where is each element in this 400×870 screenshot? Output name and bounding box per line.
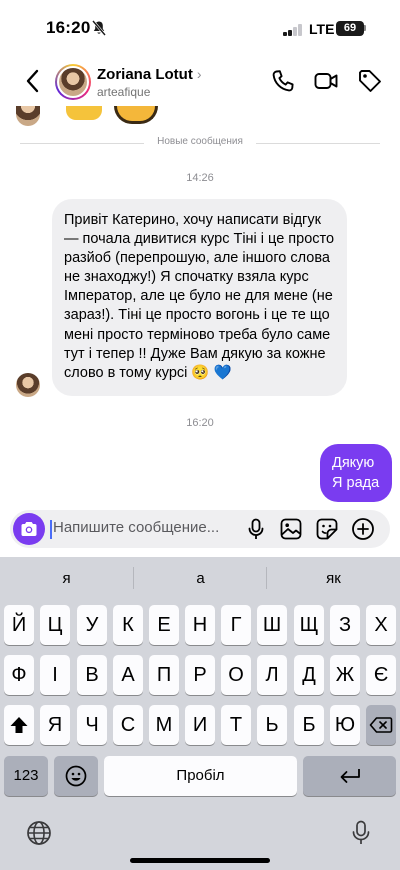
- contact-name[interactable]: Zoriana Lotut: [97, 66, 193, 83]
- plus-icon[interactable]: [350, 516, 376, 542]
- backspace-icon: [369, 717, 393, 733]
- return-key[interactable]: [303, 756, 396, 796]
- key[interactable]: М: [149, 705, 179, 745]
- globe-icon[interactable]: [25, 819, 53, 847]
- chevron-right-icon: ›: [196, 66, 202, 82]
- shift-key[interactable]: [4, 705, 34, 745]
- message-composer: Напишите сообщение...: [10, 510, 390, 548]
- backspace-key[interactable]: [366, 705, 396, 745]
- key[interactable]: Г: [221, 605, 251, 645]
- suggestion-3[interactable]: як: [267, 570, 400, 587]
- key[interactable]: Ж: [330, 655, 360, 695]
- message-input[interactable]: Напишите сообщение...: [53, 519, 219, 536]
- outgoing-message-line: Дякую: [332, 455, 375, 471]
- battery-tip: [364, 25, 366, 31]
- status-time: 16:20: [46, 18, 91, 37]
- key[interactable]: Ч: [77, 705, 107, 745]
- key[interactable]: Ш: [257, 605, 287, 645]
- key[interactable]: П: [149, 655, 179, 695]
- camera-icon[interactable]: [13, 513, 45, 545]
- key[interactable]: Т: [221, 705, 251, 745]
- keyboard: я а як Й Ц У К Е Н Г Ш Щ З Х Ф І В А П Р…: [0, 557, 400, 870]
- key[interactable]: И: [185, 705, 215, 745]
- numbers-key[interactable]: 123: [4, 756, 48, 796]
- tag-icon[interactable]: [357, 68, 383, 94]
- key[interactable]: Ф: [4, 655, 34, 695]
- status-bar: 16:20 LTE 69: [0, 0, 400, 56]
- outgoing-message-bubble[interactable]: Дякую Я рада: [320, 444, 392, 502]
- key[interactable]: Е: [149, 605, 179, 645]
- space-key[interactable]: Пробіл: [104, 756, 297, 796]
- shift-icon: [10, 717, 28, 733]
- key[interactable]: Н: [185, 605, 215, 645]
- key[interactable]: Ю: [330, 705, 360, 745]
- text-cursor: [50, 520, 52, 539]
- network-type: LTE: [309, 21, 335, 37]
- key[interactable]: Я: [40, 705, 70, 745]
- key[interactable]: Р: [185, 655, 215, 695]
- key[interactable]: В: [77, 655, 107, 695]
- timestamp: 14:26: [186, 172, 214, 184]
- microphone-icon[interactable]: [243, 516, 269, 542]
- sender-avatar[interactable]: [16, 373, 40, 397]
- dictation-icon[interactable]: [347, 819, 375, 847]
- key[interactable]: Ь: [257, 705, 287, 745]
- emoji-icon: [65, 765, 87, 787]
- key[interactable]: Л: [257, 655, 287, 695]
- back-icon[interactable]: [22, 68, 44, 94]
- key[interactable]: Д: [294, 655, 324, 695]
- gallery-icon[interactable]: [278, 516, 304, 542]
- key[interactable]: І: [40, 655, 70, 695]
- incoming-message-bubble[interactable]: Привіт Катерино, хочу написати відгук — …: [52, 199, 347, 396]
- bell-off-icon: [92, 20, 106, 36]
- sticker-icon[interactable]: [314, 516, 340, 542]
- key[interactable]: К: [113, 605, 143, 645]
- phone-icon[interactable]: [270, 68, 296, 94]
- contact-name-row[interactable]: Zoriana Lotut ›: [97, 66, 202, 84]
- chat-header: Zoriana Lotut › arteafique: [0, 56, 400, 106]
- key[interactable]: Ц: [40, 605, 70, 645]
- key[interactable]: Щ: [294, 605, 324, 645]
- key[interactable]: У: [77, 605, 107, 645]
- key[interactable]: А: [113, 655, 143, 695]
- praying-hands-emoji-partial: [66, 106, 102, 120]
- timestamp: 16:20: [186, 417, 214, 429]
- new-messages-label: Новые сообщения: [149, 136, 251, 147]
- emoji-key[interactable]: [54, 756, 98, 796]
- smiley-emoji-partial: [114, 106, 158, 124]
- key[interactable]: Х: [366, 605, 396, 645]
- video-camera-icon[interactable]: [313, 68, 339, 94]
- chat-area[interactable]: Новые сообщения 14:26 Привіт Катерино, х…: [0, 106, 400, 506]
- new-messages-divider: Новые сообщения: [20, 136, 380, 150]
- key[interactable]: Й: [4, 605, 34, 645]
- return-icon: [340, 769, 360, 783]
- suggestion-bar: я а як: [0, 557, 400, 599]
- key[interactable]: З: [330, 605, 360, 645]
- key[interactable]: С: [113, 705, 143, 745]
- home-indicator[interactable]: [130, 858, 270, 863]
- suggestion-2[interactable]: а: [134, 570, 267, 587]
- battery-icon: 69: [336, 21, 364, 36]
- contact-avatar[interactable]: [55, 64, 91, 100]
- key[interactable]: Є: [366, 655, 396, 695]
- outgoing-message-line: Я рада: [332, 475, 380, 491]
- suggestion-1[interactable]: я: [0, 570, 133, 587]
- contact-handle: arteafique: [97, 85, 151, 99]
- cellular-signal-icon: [283, 24, 303, 36]
- key[interactable]: Б: [294, 705, 324, 745]
- sender-avatar-partial: [16, 106, 40, 126]
- key[interactable]: О: [221, 655, 251, 695]
